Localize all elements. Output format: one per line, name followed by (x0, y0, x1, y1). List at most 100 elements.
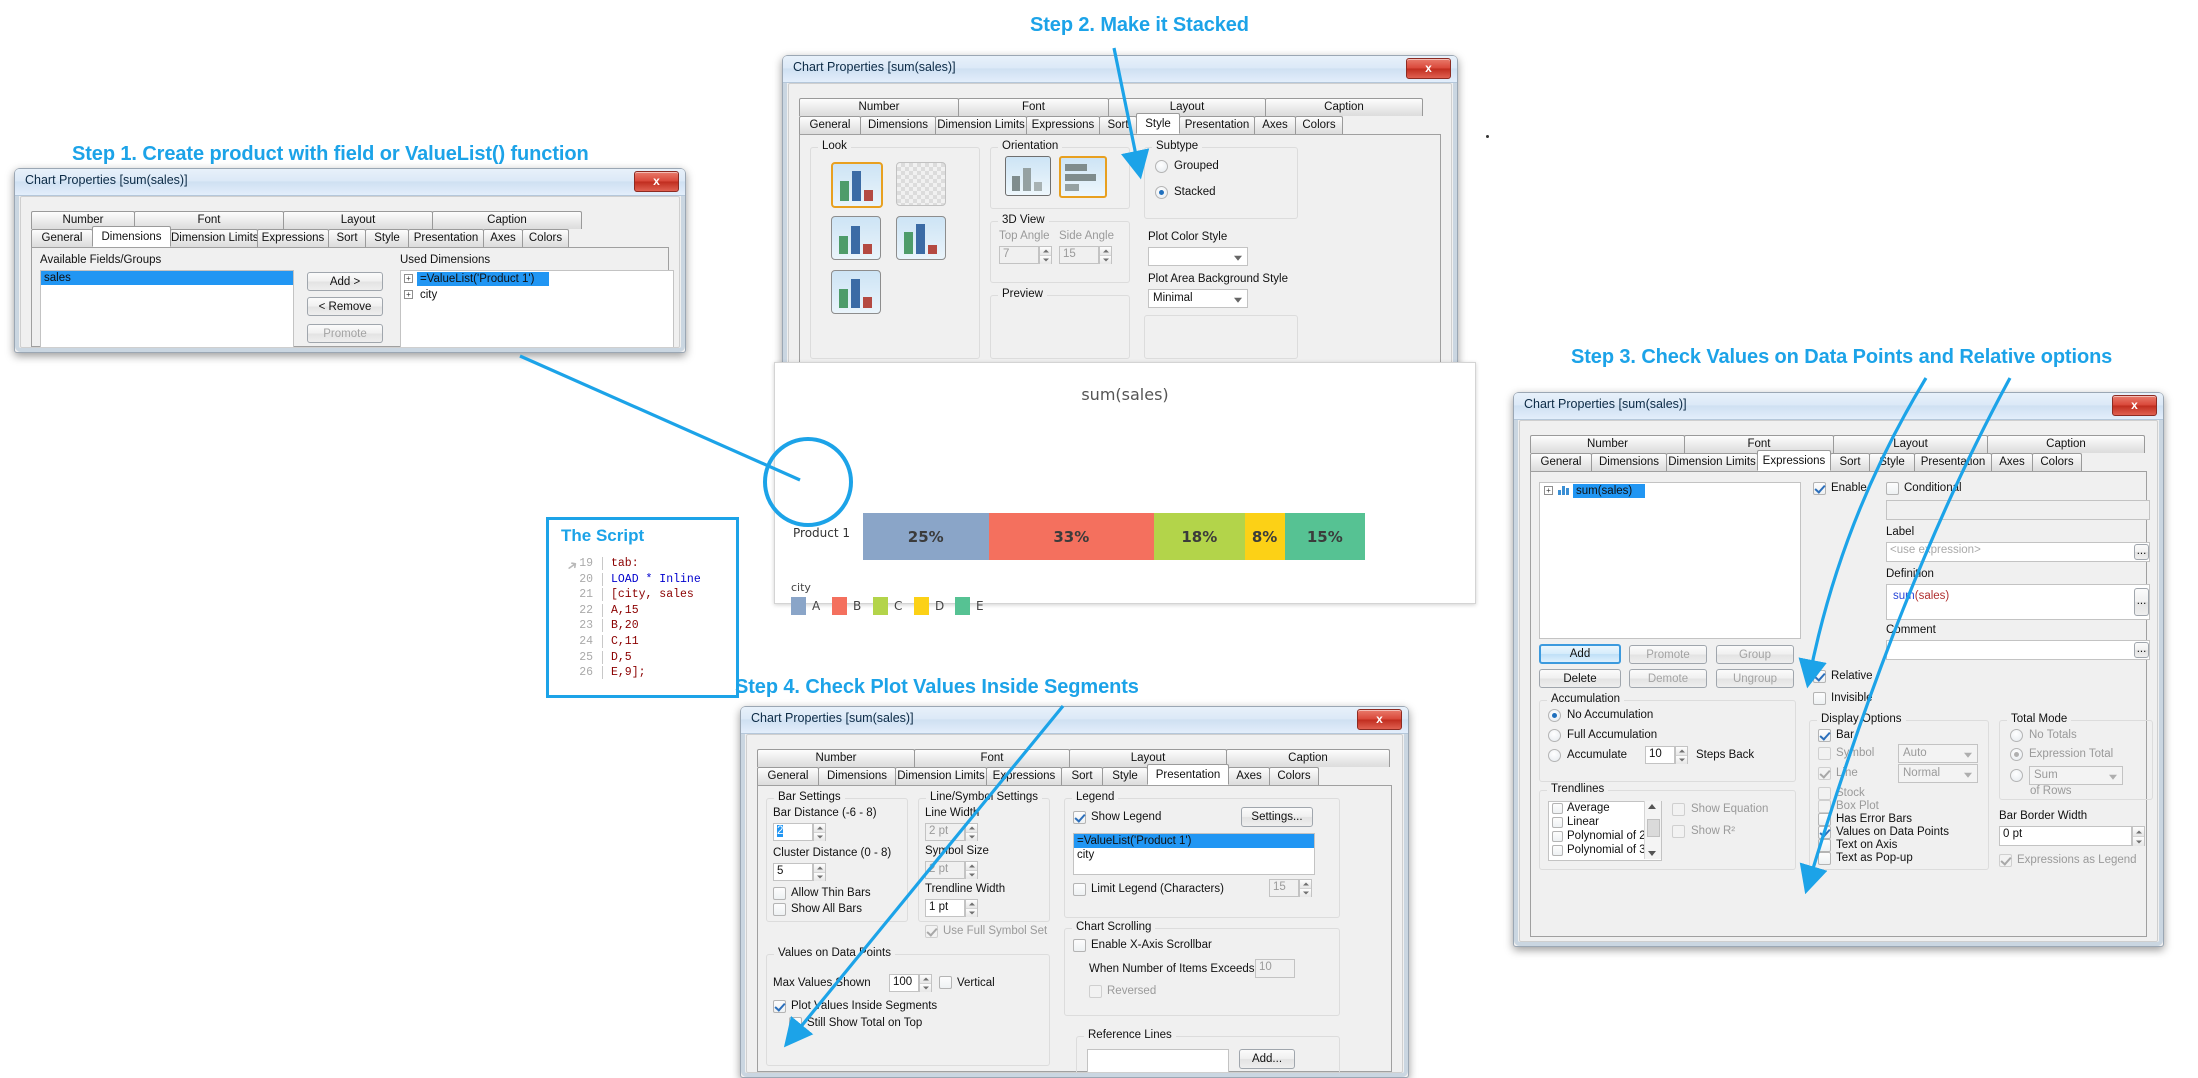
conditional-input[interactable] (1886, 500, 2150, 520)
close-icon[interactable]: x (1406, 58, 1451, 79)
show-all-bars-checkbox[interactable] (773, 903, 786, 916)
tab-presentation[interactable]: Presentation (408, 229, 484, 247)
expand-icon[interactable]: + (1544, 486, 1553, 495)
tab-colors[interactable]: Colors (1295, 116, 1343, 134)
comment-input[interactable] (1886, 640, 2150, 660)
tab-dimension-limits[interactable]: Dimension Limits (170, 229, 258, 247)
segment-c[interactable]: 18% (1154, 513, 1245, 560)
look-option-shadow[interactable] (831, 270, 881, 314)
tab-sort[interactable]: Sort (1099, 116, 1137, 134)
remove-button[interactable]: < Remove (307, 297, 383, 316)
tab-number[interactable]: Number (1530, 435, 1685, 453)
tab-axes[interactable]: Axes (1991, 453, 2033, 471)
tab-caption[interactable]: Caption (432, 211, 582, 229)
reference-lines-add-button[interactable]: Add... (1239, 1049, 1295, 1069)
tab-dimensions[interactable]: Dimensions (860, 116, 936, 134)
expression-list[interactable]: + sum(sales) (1539, 482, 1801, 639)
delete-button[interactable]: Delete (1539, 669, 1621, 688)
comment-ellipsis-button[interactable]: ... (2134, 642, 2149, 658)
radio-no-accumulation[interactable] (1548, 709, 1561, 722)
close-icon[interactable]: x (1357, 709, 1402, 730)
tab-number[interactable]: Number (799, 98, 959, 116)
tab-caption[interactable]: Caption (1265, 98, 1423, 116)
tab-presentation[interactable]: Presentation (1147, 764, 1229, 785)
orientation-horizontal[interactable] (1059, 156, 1107, 198)
tab-expressions[interactable]: Expressions (1026, 116, 1100, 134)
text-on-axis-checkbox[interactable] (1818, 839, 1831, 852)
trendline-linear-checkbox[interactable] (1552, 817, 1563, 828)
expressions-as-legend-checkbox[interactable] (1999, 854, 2012, 867)
title-bar[interactable]: Chart Properties [sum(sales)] x (783, 56, 1457, 83)
tab-colors[interactable]: Colors (1269, 767, 1319, 785)
values-on-data-points-checkbox[interactable] (1818, 826, 1831, 839)
tab-axes[interactable]: Axes (1254, 116, 1296, 134)
bar-distance-input[interactable]: 2 (773, 823, 813, 841)
line-checkbox[interactable] (1818, 767, 1831, 780)
symbol-size-stepper[interactable] (965, 861, 978, 879)
bar-distance-stepper[interactable] (813, 823, 826, 841)
side-angle-stepper[interactable] (1099, 246, 1112, 264)
ungroup-button[interactable]: Ungroup (1716, 669, 1794, 688)
cluster-distance-input[interactable]: 5 (773, 863, 813, 881)
radio-no-totals[interactable] (2010, 729, 2023, 742)
enable-checkbox[interactable] (1813, 482, 1826, 495)
bar-border-width-input[interactable]: 0 pt (1999, 826, 2132, 846)
radio-full-accumulation[interactable] (1548, 729, 1561, 742)
plot-color-style-select[interactable] (1148, 247, 1248, 266)
trendlines-scrollbar[interactable] (1644, 801, 1661, 859)
top-angle-stepper[interactable] (1039, 246, 1052, 264)
plot-area-bg-select[interactable]: Minimal (1148, 289, 1248, 308)
tab-style[interactable]: Style (365, 229, 409, 247)
tab-general[interactable]: General (1530, 453, 1592, 471)
symbol-size-input[interactable]: 2 pt (925, 861, 965, 879)
tab-layout[interactable]: Layout (1833, 435, 1988, 453)
tab-dimensions[interactable]: Dimensions (818, 767, 896, 785)
tab-layout[interactable]: Layout (283, 211, 433, 229)
tab-dimension-limits[interactable]: Dimension Limits (935, 116, 1027, 134)
line-width-input[interactable]: 2 pt (925, 823, 965, 841)
tab-expressions[interactable]: Expressions (1757, 450, 1831, 471)
tab-style[interactable]: Style (1102, 767, 1148, 785)
tab-style[interactable]: Style (1869, 453, 1915, 471)
close-icon[interactable]: x (634, 171, 679, 192)
conditional-checkbox[interactable] (1886, 482, 1899, 495)
list-item[interactable]: sales (41, 271, 293, 285)
tab-dimension-limits[interactable]: Dimension Limits (1666, 453, 1758, 471)
expand-icon[interactable]: + (404, 274, 413, 283)
show-legend-checkbox[interactable] (1073, 811, 1086, 824)
look-option-bar[interactable] (831, 162, 883, 208)
max-values-input[interactable]: 100 (889, 974, 919, 992)
has-error-bars-checkbox[interactable] (1818, 813, 1831, 826)
show-equation-checkbox[interactable] (1672, 803, 1685, 816)
definition-input[interactable]: sum(sales) (1886, 584, 2150, 620)
tab-sort[interactable]: Sort (1830, 453, 1870, 471)
items-exceeds-input[interactable]: 10 (1255, 959, 1295, 978)
expand-icon[interactable]: + (404, 290, 413, 299)
tab-font[interactable]: Font (914, 749, 1070, 767)
invisible-checkbox[interactable] (1813, 692, 1826, 705)
use-full-symbol-set-checkbox[interactable] (925, 925, 938, 938)
look-option-3d[interactable] (831, 216, 881, 260)
tab-number[interactable]: Number (757, 749, 915, 767)
title-bar[interactable]: Chart Properties [sum(sales)] x (741, 707, 1408, 734)
vertical-checkbox[interactable] (939, 976, 952, 989)
add-button[interactable]: Add > (307, 272, 383, 291)
demote-button[interactable]: Demote (1629, 669, 1707, 688)
bar-checkbox[interactable] (1818, 729, 1831, 742)
tab-style[interactable]: Style (1136, 113, 1180, 134)
max-values-stepper[interactable] (919, 974, 932, 992)
legend-settings-button[interactable]: Settings... (1241, 807, 1313, 827)
list-item[interactable]: =ValueList('Product 1') (1074, 834, 1314, 848)
tab-presentation[interactable]: Presentation (1914, 453, 1992, 471)
radio-grouped[interactable] (1155, 160, 1168, 173)
box-plot-checkbox[interactable] (1818, 800, 1831, 813)
steps-back-input[interactable]: 10 (1645, 746, 1675, 764)
list-item[interactable]: sum(sales) (1573, 484, 1645, 498)
promote-button[interactable]: Promote (307, 324, 383, 343)
bar-border-width-stepper[interactable] (2132, 826, 2145, 846)
relative-checkbox[interactable] (1813, 670, 1826, 683)
tab-colors[interactable]: Colors (522, 229, 569, 247)
group-button[interactable]: Group (1716, 645, 1794, 664)
side-angle-input[interactable]: 15 (1059, 246, 1099, 264)
reference-lines-list[interactable] (1087, 1049, 1229, 1072)
